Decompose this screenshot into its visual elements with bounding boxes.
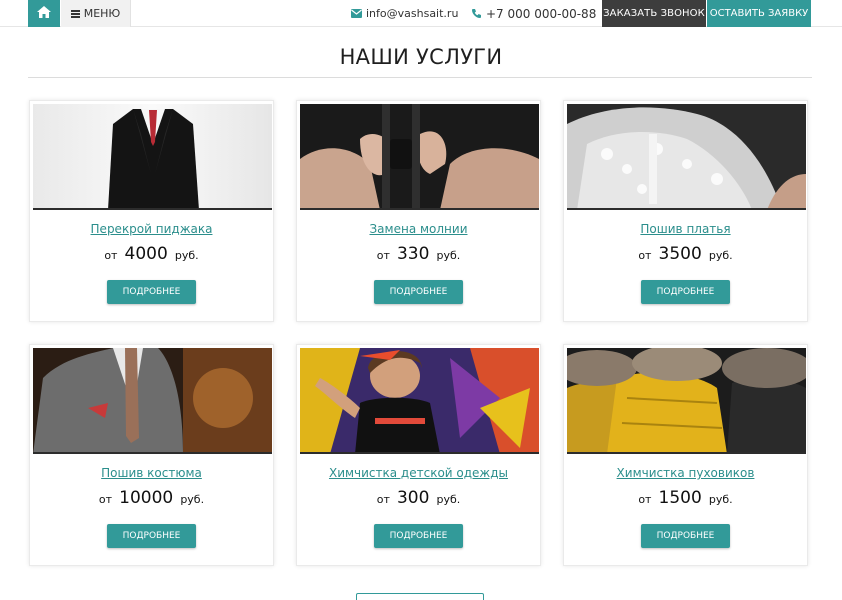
details-button[interactable]: ПОДРОБНЕЕ xyxy=(107,280,196,304)
service-card: Химчистка детской одежды от 300 руб. ПОД… xyxy=(296,344,541,566)
service-link[interactable]: Химчистка детской одежды xyxy=(297,466,540,480)
email-text: info@vashsait.ru xyxy=(366,7,459,20)
phone-text: +7 000 000-00-88 xyxy=(486,6,597,21)
envelope-icon xyxy=(351,9,362,18)
price-prefix: от xyxy=(376,249,390,262)
leave-request-button[interactable]: ОСТАВИТЬ ЗАЯВКУ xyxy=(707,0,811,27)
price-suffix: руб. xyxy=(436,249,461,262)
price-suffix: руб. xyxy=(180,493,205,506)
price-prefix: от xyxy=(376,493,390,506)
price-prefix: от xyxy=(104,249,118,262)
price-prefix: от xyxy=(638,493,652,506)
details-button[interactable]: ПОДРОБНЕЕ xyxy=(374,280,463,304)
service-link[interactable]: Пошив костюма xyxy=(30,466,273,480)
price-suffix: руб. xyxy=(174,249,199,262)
service-image-zipper[interactable] xyxy=(300,104,539,210)
service-image-lace-dress[interactable] xyxy=(567,104,806,210)
price-value: 3500 xyxy=(658,244,702,264)
price-value: 330 xyxy=(396,244,430,264)
price-value: 10000 xyxy=(119,488,174,508)
menu-label: МЕНЮ xyxy=(83,7,121,20)
service-card: Замена молнии от 330 руб. ПОДРОБНЕЕ xyxy=(296,100,541,322)
price-suffix: руб. xyxy=(708,249,733,262)
service-price: от 300 руб. xyxy=(297,488,540,508)
top-bar: МЕНЮ info@vashsait.ru +7 000 000-00-88 З… xyxy=(0,0,842,27)
price-suffix: руб. xyxy=(436,493,461,506)
service-link[interactable]: Замена молнии xyxy=(297,222,540,236)
menu-icon xyxy=(70,9,80,18)
phone-icon xyxy=(471,8,482,19)
home-button[interactable] xyxy=(28,0,60,27)
service-price: от 330 руб. xyxy=(297,244,540,264)
service-price: от 3500 руб. xyxy=(564,244,807,264)
request-call-button[interactable]: ЗАКАЗАТЬ ЗВОНОК xyxy=(602,0,706,27)
service-image-grey-suit[interactable] xyxy=(33,348,272,454)
details-button[interactable]: ПОДРОБНЕЕ xyxy=(641,524,730,548)
phone-link[interactable]: +7 000 000-00-88 xyxy=(471,0,596,27)
service-price: от 10000 руб. xyxy=(30,488,273,508)
title-divider xyxy=(28,77,812,78)
service-image-black-suit[interactable] xyxy=(33,104,272,210)
service-link[interactable]: Перекрой пиджака xyxy=(30,222,273,236)
service-card: Перекрой пиджака от 4000 руб. ПОДРОБНЕЕ xyxy=(29,100,274,322)
email-link[interactable]: info@vashsait.ru xyxy=(351,0,458,27)
price-prefix: от xyxy=(638,249,652,262)
service-link[interactable]: Химчистка пуховиков xyxy=(564,466,807,480)
home-icon xyxy=(36,4,52,23)
price-value: 300 xyxy=(396,488,430,508)
details-button[interactable]: ПОДРОБНЕЕ xyxy=(107,524,196,548)
service-link[interactable]: Пошив платья xyxy=(564,222,807,236)
service-image-down-jackets[interactable] xyxy=(567,348,806,454)
price-value: 1500 xyxy=(658,488,702,508)
service-price: от 4000 руб. xyxy=(30,244,273,264)
section-title: НАШИ УСЛУГИ xyxy=(339,45,503,69)
price-prefix: от xyxy=(98,493,113,506)
service-price: от 1500 руб. xyxy=(564,488,807,508)
show-more-button[interactable] xyxy=(356,593,484,600)
details-button[interactable]: ПОДРОБНЕЕ xyxy=(641,280,730,304)
price-value: 4000 xyxy=(124,244,168,264)
service-image-child[interactable] xyxy=(300,348,539,454)
service-card: Пошив платья от 3500 руб. ПОДРОБНЕЕ xyxy=(563,100,808,322)
details-button[interactable]: ПОДРОБНЕЕ xyxy=(374,524,463,548)
price-suffix: руб. xyxy=(708,493,733,506)
service-card: Пошив костюма от 10000 руб. ПОДРОБНЕЕ xyxy=(29,344,274,566)
menu-button[interactable]: МЕНЮ xyxy=(61,0,131,27)
service-card: Химчистка пуховиков от 1500 руб. ПОДРОБН… xyxy=(563,344,808,566)
